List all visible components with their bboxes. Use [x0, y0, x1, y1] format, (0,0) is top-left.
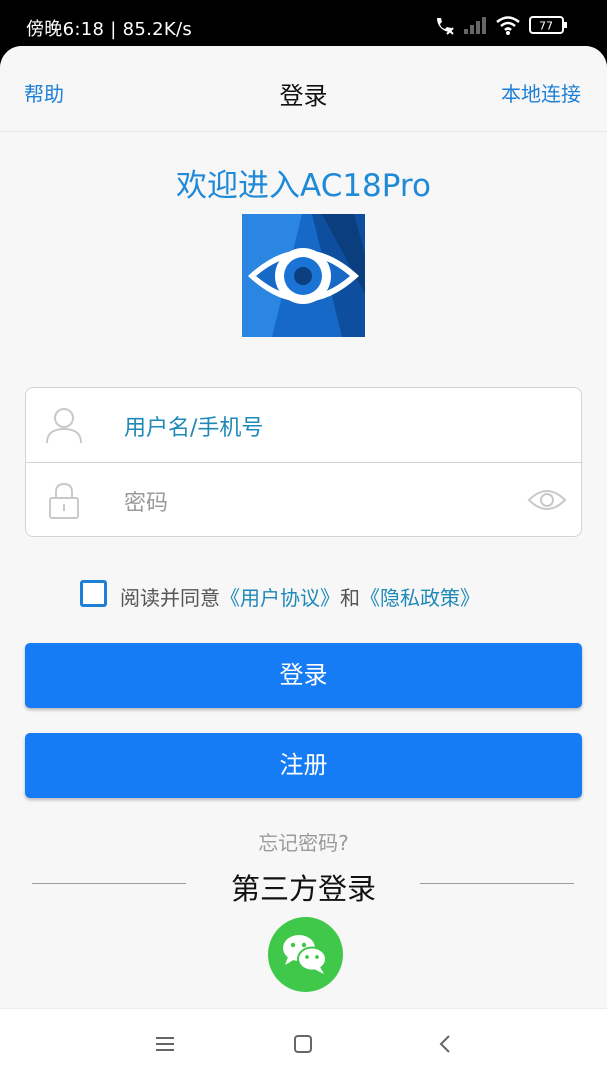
welcome-title: 欢迎进入AC18Pro: [176, 168, 431, 204]
user-icon: [46, 408, 82, 444]
system-nav-bar: [0, 1008, 607, 1080]
username-input[interactable]: 用户名/手机号: [124, 410, 263, 442]
login-screen: 帮助 登录 本地连接 欢迎进入AC18Pro 用户名/手机号 密码 阅读并同意《…: [0, 46, 607, 1008]
register-button[interactable]: 注册: [25, 733, 582, 798]
wifi-icon: [496, 16, 520, 35]
third-party-login-title: 第三方登录: [230, 872, 376, 906]
status-bar: 傍晚6:18 | 85.2K/s 77: [0, 0, 607, 46]
app-logo: [242, 214, 365, 337]
password-row[interactable]: 密码: [26, 463, 583, 538]
wechat-icon[interactable]: [268, 917, 343, 992]
local-connect-button[interactable]: 本地连接: [501, 78, 581, 107]
battery-icon: 77: [529, 16, 567, 34]
eye-icon[interactable]: [527, 485, 567, 515]
status-icons: 77: [433, 14, 583, 36]
home-icon[interactable]: [293, 1034, 313, 1054]
call-muted-icon: [437, 18, 454, 35]
agreement-checkbox[interactable]: [80, 580, 107, 607]
menu-icon[interactable]: [155, 1034, 175, 1054]
svg-text:77: 77: [539, 20, 553, 33]
privacy-policy-link[interactable]: 《隐私政策》: [360, 586, 480, 610]
agreement-and: 和: [340, 586, 360, 610]
signal-icon: [464, 17, 486, 34]
divider-right: [420, 883, 574, 884]
user-agreement-link[interactable]: 《用户协议》: [220, 586, 340, 610]
password-input[interactable]: 密码: [124, 485, 168, 517]
app-bar: 帮助 登录 本地连接: [0, 46, 607, 132]
forgot-password-link[interactable]: 忘记密码?: [0, 827, 607, 856]
login-button[interactable]: 登录: [25, 643, 582, 708]
agreement-text: 阅读并同意《用户协议》和《隐私政策》: [120, 582, 480, 611]
agreement-prefix: 阅读并同意: [120, 586, 220, 610]
username-row[interactable]: 用户名/手机号: [26, 388, 583, 463]
back-icon[interactable]: [436, 1034, 456, 1054]
status-time-speed: 傍晚6:18 | 85.2K/s: [26, 19, 193, 40]
lock-icon: [49, 482, 79, 519]
login-form: 用户名/手机号 密码: [25, 387, 583, 538]
